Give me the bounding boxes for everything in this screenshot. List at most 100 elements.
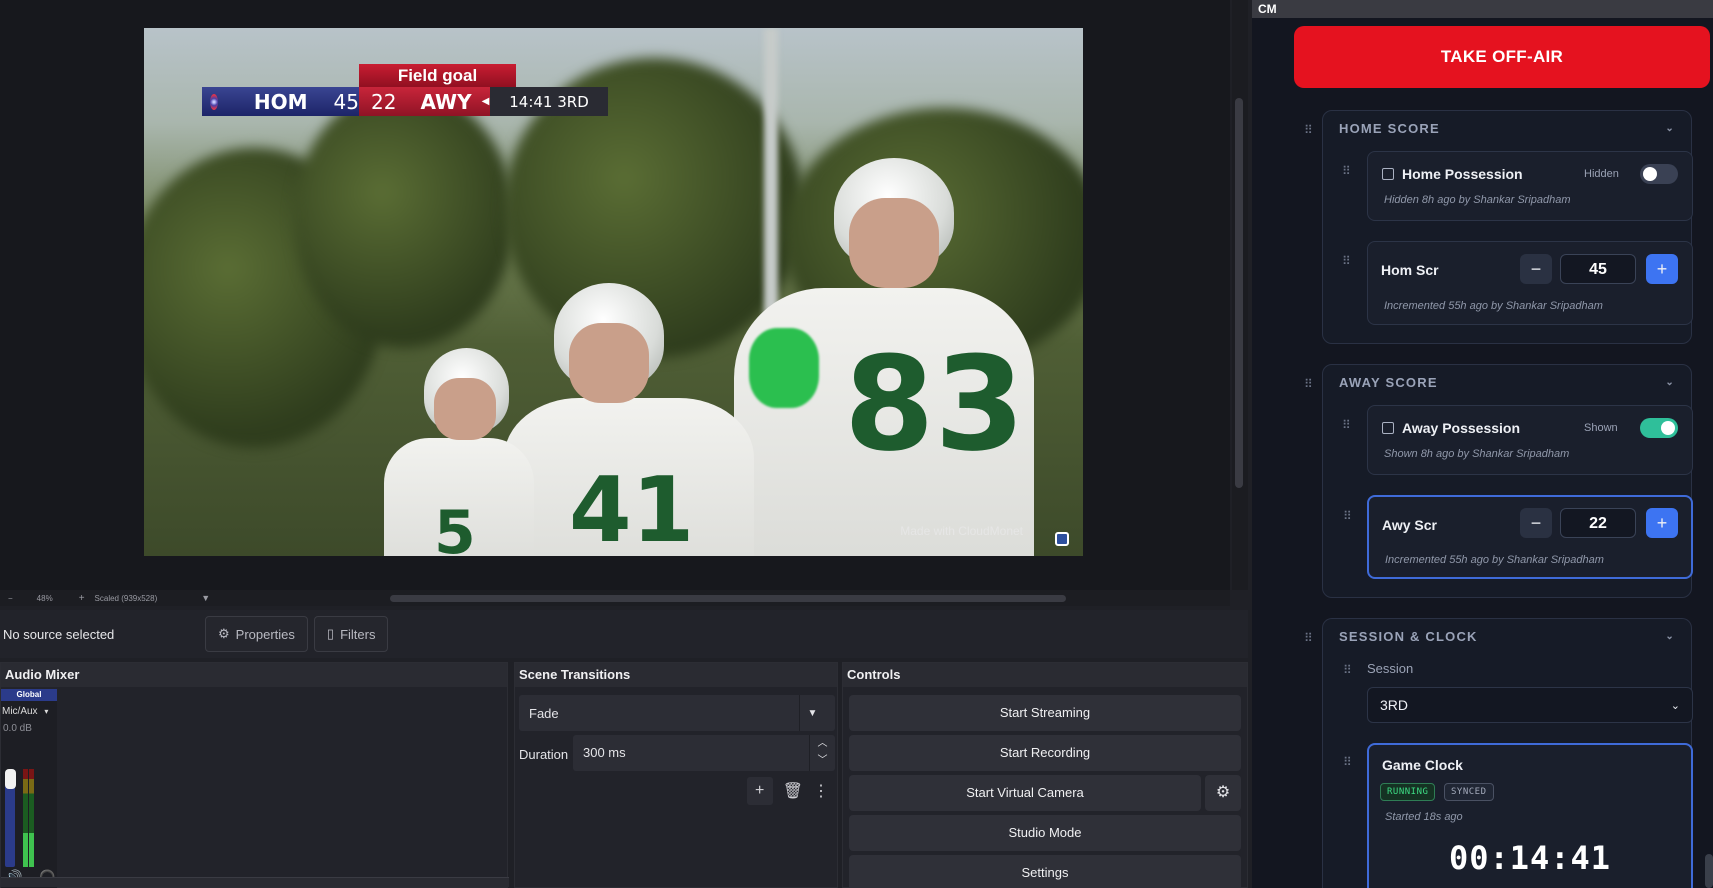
panel-scrollbar[interactable]: [1705, 854, 1713, 888]
no-source-label: No source selected: [3, 626, 115, 642]
filters-button[interactable]: ▯ Filters: [313, 616, 389, 652]
home-abbr: HOM: [253, 89, 308, 114]
away-score-header[interactable]: AWAY SCORE ⌄: [1323, 365, 1691, 399]
game-clock-meta: Started 18s ago: [1385, 811, 1463, 823]
mixer-bottom-bar: [1, 877, 509, 887]
transition-select[interactable]: Fade ▼: [519, 695, 835, 731]
away-score: 22: [371, 89, 397, 114]
panel-title-bar: CM: [1252, 0, 1713, 18]
preview-vertical-scrollbar[interactable]: [1232, 0, 1248, 590]
away-score-label: Awy Scr: [1382, 517, 1437, 533]
take-off-air-button[interactable]: TAKE OFF-AIR: [1294, 26, 1710, 88]
chevron-down-icon[interactable]: ⌄: [1665, 123, 1675, 134]
game-clock-card: ⠿ Game Clock RUNNING SYNCED Started 18s …: [1343, 743, 1693, 888]
away-score-increment-button[interactable]: +: [1646, 508, 1678, 538]
session-select[interactable]: 3RD ⌄: [1367, 687, 1693, 723]
session-label: Session: [1367, 661, 1414, 676]
duration-stepper[interactable]: ︿ ﹀: [809, 735, 835, 771]
screen: 83 41 5 Made with CloudMonet Field goal …: [0, 0, 1713, 888]
away-possession-meta: Shown 8h ago by Shankar Sripadham: [1384, 448, 1570, 460]
mixer-channel: Global Mic/Aux ▾ 0.0 dB 🔊 🎧: [1, 689, 57, 888]
section-title: AWAY SCORE: [1339, 374, 1438, 390]
away-score-decrement-button[interactable]: −: [1520, 508, 1552, 538]
duration-input[interactable]: 300 ms ︿ ﹀: [573, 735, 835, 771]
preview-horizontal-scrollbar[interactable]: [390, 594, 1067, 602]
scorebug-clock: 14:41 3RD: [490, 87, 608, 116]
duration-label: Duration: [519, 747, 569, 762]
chevron-down-icon[interactable]: ⌄: [1665, 631, 1675, 642]
drag-handle-icon[interactable]: ⠿: [1342, 165, 1351, 177]
virtual-camera-settings-gear-icon[interactable]: ⚙: [1205, 775, 1241, 811]
scoreboard-control-panel: TAKE OFF-AIR ⠿ HOME SCORE ⌄ ⠿ Home Posse…: [1252, 18, 1713, 888]
home-possession-toggle[interactable]: [1640, 164, 1678, 184]
chevron-down-icon: ▾: [44, 707, 49, 716]
trash-icon[interactable]: 🗑: [783, 781, 803, 801]
device-select[interactable]: Mic/Aux ▾: [1, 706, 57, 717]
properties-label: Properties: [235, 626, 295, 642]
audio-mixer-dock: Audio Mixer Global Mic/Aux ▾ 0.0 dB 🔊 🎧: [0, 662, 509, 888]
start-recording-button[interactable]: Start Recording: [849, 735, 1241, 771]
drag-handle-icon[interactable]: ⠿: [1304, 124, 1313, 136]
section-title: SESSION & CLOCK: [1339, 628, 1478, 644]
drag-handle-icon[interactable]: ⠿: [1342, 255, 1351, 267]
away-possession-toggle[interactable]: [1640, 418, 1678, 438]
filters-label: Filters: [340, 626, 376, 642]
drag-handle-icon[interactable]: ⠿: [1304, 378, 1313, 390]
zoom-in-button[interactable]: +: [79, 593, 85, 604]
session-clock-header[interactable]: SESSION & CLOCK ⌄: [1323, 619, 1691, 653]
start-virtual-camera-button[interactable]: Start Virtual Camera: [849, 775, 1201, 811]
scorebug-away: 22 AWY ◀: [359, 87, 490, 116]
drag-handle-icon[interactable]: ⠿: [1342, 419, 1351, 431]
home-possession-state: Hidden: [1584, 168, 1619, 180]
away-score-card: ⠿ Awy Scr − 22 + Incremented 55h ago by …: [1343, 495, 1693, 579]
away-abbr: AWY: [420, 89, 472, 114]
away-possession-label: Away Possession: [1402, 420, 1521, 436]
drag-handle-icon[interactable]: ⠿: [1343, 756, 1352, 768]
watermark-logo-icon: [1055, 532, 1069, 546]
drag-handle-icon[interactable]: ⠿: [1343, 510, 1352, 522]
away-score-section: ⠿ AWAY SCORE ⌄ ⠿ Away Possession Shown S…: [1304, 364, 1693, 598]
home-score-section: ⠿ HOME SCORE ⌄ ⠿ Home Possession Hidden …: [1304, 110, 1693, 344]
volume-fader-handle[interactable]: [5, 769, 16, 789]
section-title: HOME SCORE: [1339, 120, 1440, 136]
scorebug-home: HOM 45: [202, 87, 359, 116]
preview-status-bar: − 48% + Scaled (939x528) ▼: [0, 590, 1230, 606]
home-score-header[interactable]: HOME SCORE ⌄: [1323, 111, 1691, 145]
away-score-meta: Incremented 55h ago by Shankar Sripadham: [1385, 554, 1604, 566]
drag-handle-icon[interactable]: ⠿: [1304, 632, 1313, 644]
zoom-out-button[interactable]: −: [8, 594, 13, 603]
obs-window: 83 41 5 Made with CloudMonet Field goal …: [0, 0, 1252, 888]
gear-icon: ⚙: [218, 626, 230, 641]
away-possession-checkbox[interactable]: [1382, 422, 1394, 434]
start-streaming-button[interactable]: Start Streaming: [849, 695, 1241, 731]
session-value: 3RD: [1380, 697, 1409, 713]
settings-button[interactable]: Settings: [849, 855, 1241, 888]
watermark: Made with CloudMonet: [900, 524, 1023, 538]
scale-mode: Scaled (939x528): [94, 593, 158, 603]
more-options-icon[interactable]: ⋮: [813, 781, 829, 801]
chevron-down-icon[interactable]: ⌄: [1665, 377, 1675, 388]
controls-dock: Controls Start Streaming Start Recording…: [842, 662, 1248, 888]
home-possession-checkbox[interactable]: [1382, 168, 1394, 180]
home-score-value[interactable]: 45: [1560, 254, 1636, 284]
home-possession-meta: Hidden 8h ago by Shankar Sripadham: [1384, 194, 1571, 206]
home-possession-card: ⠿ Home Possession Hidden Hidden 8h ago b…: [1342, 151, 1693, 221]
scale-dropdown-icon[interactable]: ▼: [201, 593, 210, 603]
chevron-down-icon: ⌄: [1670, 699, 1680, 712]
chevron-down-icon[interactable]: ▼: [799, 695, 825, 731]
home-score-label: Hom Scr: [1381, 262, 1439, 278]
running-badge: RUNNING: [1380, 783, 1436, 801]
home-possession-label: Home Possession: [1402, 166, 1523, 182]
add-transition-button[interactable]: +: [746, 777, 773, 805]
away-score-value[interactable]: 22: [1560, 508, 1636, 538]
home-score-decrement-button[interactable]: −: [1520, 254, 1552, 284]
studio-mode-button[interactable]: Studio Mode: [849, 815, 1241, 851]
drag-handle-icon[interactable]: ⠿: [1343, 664, 1352, 676]
audio-mixer-title: Audio Mixer: [1, 663, 507, 687]
home-score-increment-button[interactable]: +: [1646, 254, 1678, 284]
global-label: Global: [1, 689, 57, 701]
synced-badge: SYNCED: [1444, 783, 1494, 801]
properties-button[interactable]: ⚙ Properties: [205, 616, 308, 652]
possession-arrow-icon: ◀: [481, 96, 490, 107]
scene-transitions-title: Scene Transitions: [515, 663, 837, 687]
